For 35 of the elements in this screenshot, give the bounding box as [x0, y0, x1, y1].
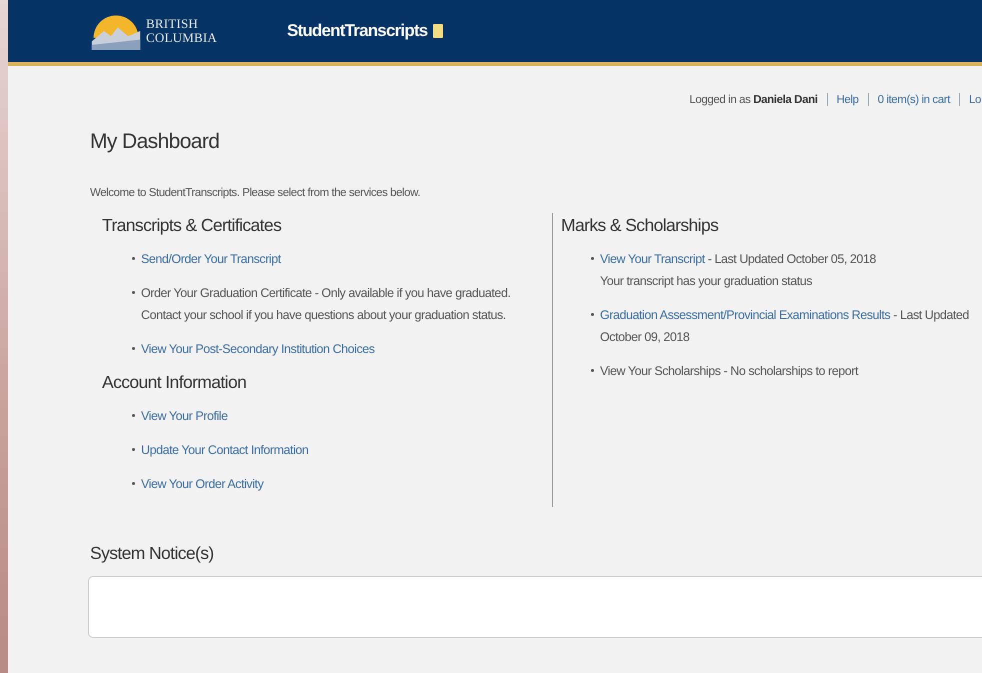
header-link[interactable]: 0 item(s) in cart	[878, 94, 950, 106]
section-heading: Account Information	[102, 372, 248, 393]
item-text: Graduation Assessment/Provincial Examinations Results - Last Updated October 09, 2018	[600, 307, 970, 346]
service-link[interactable]: View Your Transcript	[600, 252, 705, 266]
bullet-icon	[591, 257, 594, 260]
service-link[interactable]: Graduation Assessment/Provincial Examinations Results	[600, 308, 890, 322]
item-detail: Your transcript has your graduation status	[600, 273, 814, 290]
service-link[interactable]: Send/Order Your Transcript	[141, 248, 281, 270]
app-title: StudentTranscripts	[286, 21, 428, 41]
bullet-icon	[132, 448, 135, 451]
header-link[interactable]: Lo	[969, 94, 981, 106]
item-text: View Your Transcript - Last Updated October 05, 2018	[600, 251, 877, 268]
service-link[interactable]: View Your Post-Secondary Institution Choices	[141, 338, 375, 360]
logo-text: COLUMBIA	[146, 31, 217, 45]
section-heading: System Notice(s)	[90, 543, 215, 564]
document-icon	[433, 24, 444, 38]
welcome-text: Welcome to StudentTranscripts. Please select from the services below.	[90, 187, 422, 199]
service-link[interactable]: View Your Profile	[141, 405, 228, 427]
service-link[interactable]: Update Your Contact Information	[141, 439, 308, 461]
bullet-icon	[132, 414, 135, 417]
section-heading: Marks & Scholarships	[561, 215, 720, 236]
bullet-icon	[132, 347, 135, 350]
item-text: Order Your Graduation Certificate - Only available if you have graduated. Contact your school if you have questions about your graduation status.	[141, 285, 511, 324]
bullet-icon	[132, 482, 135, 485]
section-heading: Transcripts & Certificates	[102, 215, 282, 236]
page-title: My Dashboard	[90, 130, 220, 154]
login-status: Logged in as Daniela Dani	[689, 94, 818, 106]
bullet-icon	[132, 257, 135, 260]
bullet-icon	[591, 369, 594, 372]
header-link[interactable]: Help	[836, 94, 859, 106]
logo-text: BRITISH	[146, 17, 199, 31]
service-link[interactable]: View Your Order Activity	[141, 473, 264, 495]
bullet-icon	[132, 291, 135, 294]
item-text: View Your Scholarships - No scholarships to report	[600, 363, 860, 380]
bullet-icon	[591, 313, 594, 316]
